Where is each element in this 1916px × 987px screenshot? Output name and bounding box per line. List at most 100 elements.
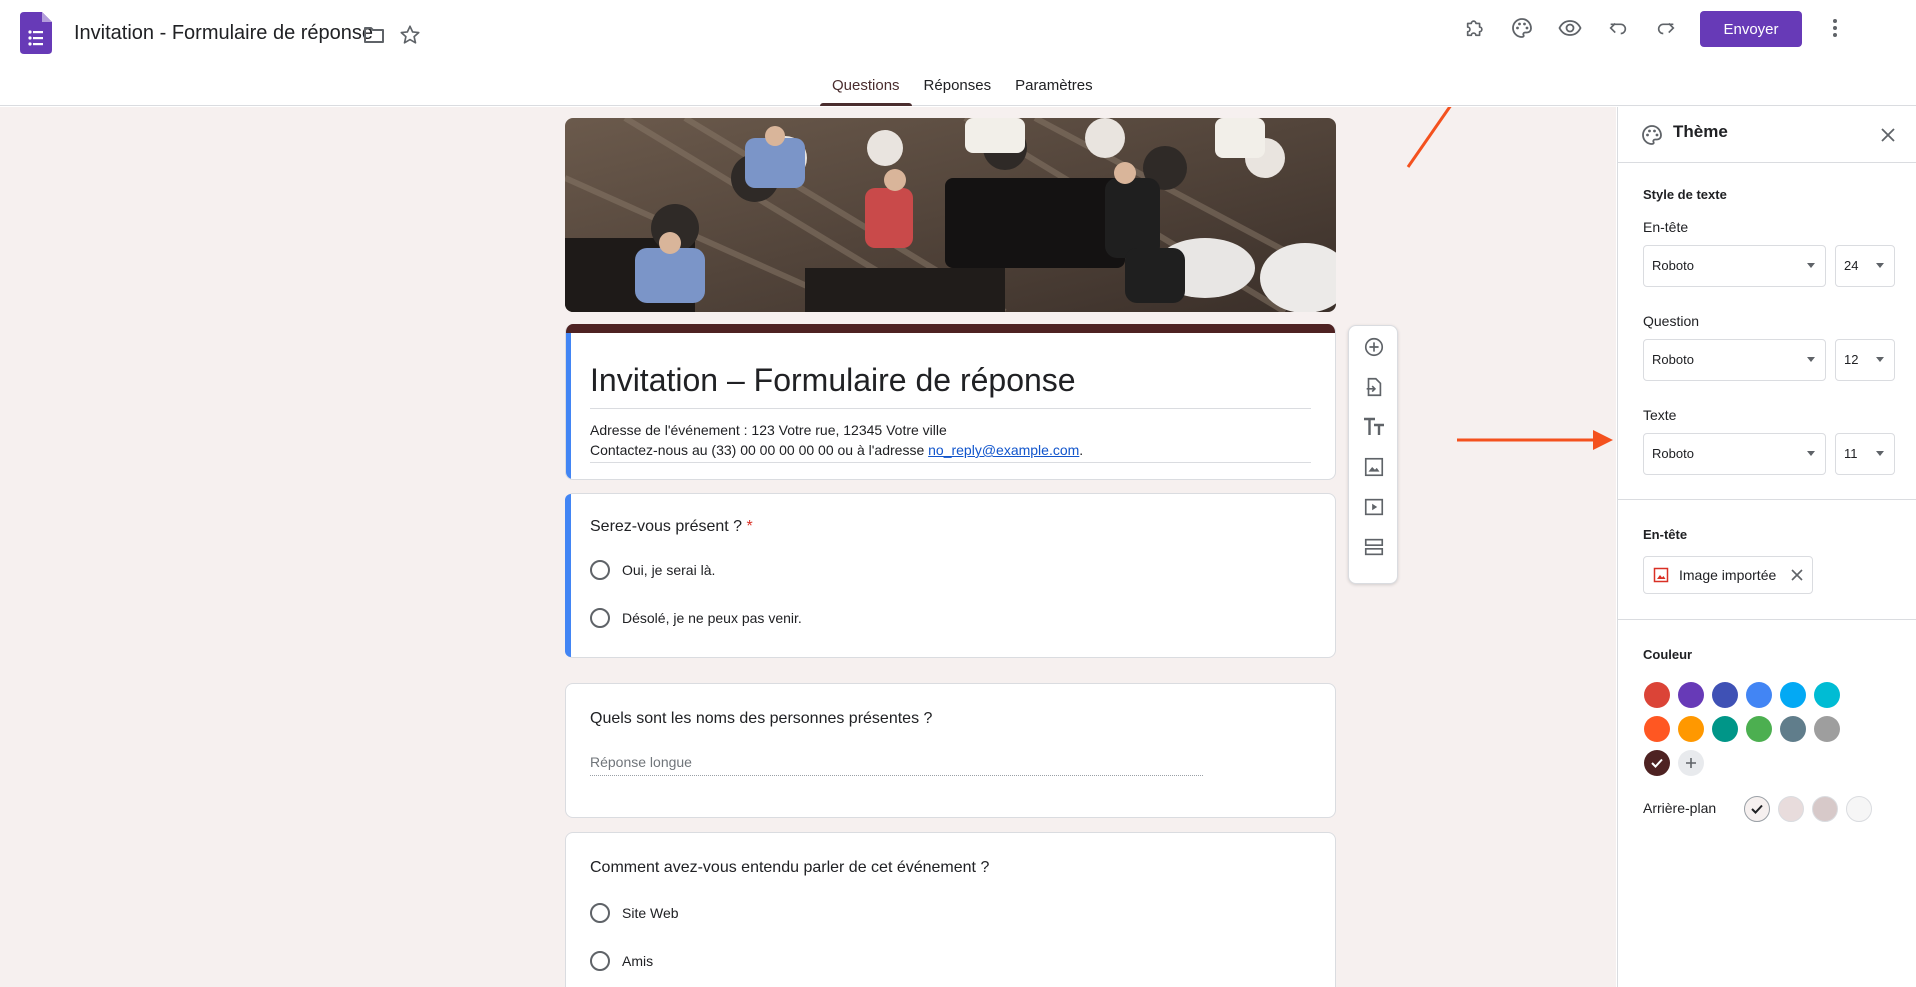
add-video-icon[interactable] <box>1359 492 1389 522</box>
color-section-title: Couleur <box>1643 647 1693 662</box>
option-label: Désolé, je ne peux pas venir. <box>622 610 802 626</box>
question-title: Quels sont les noms des personnes présen… <box>590 710 933 727</box>
color-swatch[interactable] <box>1712 682 1738 708</box>
add-image-icon[interactable] <box>1359 452 1389 482</box>
option-row[interactable]: Désolé, je ne peux pas venir. <box>590 608 802 628</box>
header-image <box>565 118 1336 312</box>
description-prefix: Contactez-nous au (33) 00 00 00 00 00 ou… <box>590 442 929 458</box>
add-question-icon[interactable] <box>1359 332 1389 362</box>
more-vert-icon[interactable] <box>1820 13 1850 43</box>
tab-responses[interactable]: Réponses <box>912 76 1004 106</box>
floating-toolbar <box>1348 325 1398 584</box>
question-font-select[interactable]: Roboto <box>1643 339 1826 381</box>
theme-panel-title: Thème <box>1673 122 1728 141</box>
dropdown-caret-icon <box>1807 263 1815 268</box>
undo-icon[interactable] <box>1603 13 1633 43</box>
divider <box>1618 499 1916 500</box>
dropdown-caret-icon <box>1876 357 1884 362</box>
long-answer-field[interactable]: Réponse longue <box>590 752 1203 776</box>
background-swatch[interactable] <box>1778 796 1804 822</box>
color-swatch[interactable] <box>1746 682 1772 708</box>
color-swatch[interactable] <box>1814 716 1840 742</box>
header-font-select[interactable]: Roboto <box>1643 245 1826 287</box>
color-swatch[interactable] <box>1712 716 1738 742</box>
radio-button[interactable] <box>590 903 610 923</box>
theme-panel-header: Thème <box>1618 107 1916 163</box>
divider <box>1618 619 1916 620</box>
form-title-card[interactable]: Invitation – Formulaire de réponse Adres… <box>565 324 1336 480</box>
contact-email-link[interactable]: no_reply@example.com <box>928 442 1079 458</box>
add-title-icon[interactable] <box>1359 412 1389 442</box>
theme-color-strip <box>566 324 1335 333</box>
form-title[interactable]: Invitation – Formulaire de réponse <box>590 362 1076 399</box>
tab-settings[interactable]: Paramètres <box>1003 76 1105 106</box>
radio-button[interactable] <box>590 608 610 628</box>
import-questions-icon[interactable] <box>1359 372 1389 402</box>
uploaded-image-chip[interactable]: Image importée <box>1643 556 1813 594</box>
option-row[interactable]: Oui, je serai là. <box>590 560 715 580</box>
palette-icon[interactable] <box>1507 13 1537 43</box>
background-swatch[interactable] <box>1846 796 1872 822</box>
question-card-source[interactable]: Comment avez-vous entendu parler de cet … <box>565 832 1336 987</box>
star-icon[interactable] <box>397 22 423 48</box>
remove-image-icon[interactable] <box>1790 568 1804 582</box>
form-description-line1[interactable]: Adresse de l'événement : 123 Votre rue, … <box>590 422 947 438</box>
select-value: 11 <box>1844 446 1858 461</box>
background-swatch[interactable] <box>1812 796 1838 822</box>
text-size-select[interactable]: 11 <box>1835 433 1895 475</box>
question-card-names[interactable]: Quels sont les noms des personnes présen… <box>565 683 1336 818</box>
option-row[interactable]: Amis <box>590 951 653 971</box>
form-tabs: Questions Réponses Paramètres <box>820 76 1105 106</box>
color-swatch[interactable] <box>1746 716 1772 742</box>
color-swatch[interactable] <box>1644 750 1670 776</box>
question-size-select[interactable]: 12 <box>1835 339 1895 381</box>
option-label: Oui, je serai là. <box>622 562 716 578</box>
required-mark: * <box>746 518 753 535</box>
question-style-label: Question <box>1643 313 1700 329</box>
color-swatch[interactable] <box>1780 682 1806 708</box>
question-title-text: Serez-vous présent ? <box>590 518 743 535</box>
dropdown-caret-icon <box>1876 451 1884 456</box>
dropdown-caret-icon <box>1807 451 1815 456</box>
option-row[interactable]: Site Web <box>590 903 679 923</box>
top-bar: Invitation - Formulaire de réponse Envoy… <box>0 0 1916 106</box>
header-size-select[interactable]: 24 <box>1835 245 1895 287</box>
color-swatch[interactable] <box>1678 716 1704 742</box>
active-card-accent <box>566 333 571 479</box>
add-custom-color-icon[interactable] <box>1678 750 1704 776</box>
radio-button[interactable] <box>590 951 610 971</box>
text-style-section-title: Style de texte <box>1643 187 1727 202</box>
active-card-accent <box>565 494 571 657</box>
question-card-attendance[interactable]: Serez-vous présent ? * Oui, je serai là.… <box>565 493 1336 658</box>
image-icon <box>1653 567 1669 583</box>
tab-questions[interactable]: Questions <box>820 76 912 106</box>
select-value: Roboto <box>1652 446 1694 461</box>
color-swatch[interactable] <box>1678 682 1704 708</box>
document-title[interactable]: Invitation - Formulaire de réponse <box>74 22 373 45</box>
form-description-line2[interactable]: Contactez-nous au (33) 00 00 00 00 00 ou… <box>590 442 1083 458</box>
option-label: Site Web <box>622 905 679 921</box>
select-value: 12 <box>1844 352 1859 367</box>
puzzle-icon[interactable] <box>1460 13 1490 43</box>
send-button[interactable]: Envoyer <box>1700 11 1802 47</box>
text-font-select[interactable]: Roboto <box>1643 433 1826 475</box>
radio-button[interactable] <box>590 560 610 580</box>
forms-logo-icon[interactable] <box>20 12 52 54</box>
color-swatch[interactable] <box>1644 716 1670 742</box>
chip-label: Image importée <box>1679 567 1777 583</box>
question-title: Serez-vous présent ? * <box>590 518 753 536</box>
color-swatch[interactable] <box>1644 682 1670 708</box>
annotation-arrow-palette <box>1406 107 1452 168</box>
dropdown-caret-icon <box>1876 263 1884 268</box>
folder-icon[interactable] <box>361 22 387 48</box>
background-swatch[interactable] <box>1744 796 1770 822</box>
title-underline <box>590 408 1311 409</box>
close-icon[interactable] <box>1876 123 1900 147</box>
add-section-icon[interactable] <box>1359 532 1389 562</box>
eye-icon[interactable] <box>1555 13 1585 43</box>
annotation-arrow-header <box>1457 430 1613 450</box>
redo-icon[interactable] <box>1651 13 1681 43</box>
color-swatch[interactable] <box>1814 682 1840 708</box>
color-swatch[interactable] <box>1780 716 1806 742</box>
description-suffix: . <box>1079 442 1084 458</box>
